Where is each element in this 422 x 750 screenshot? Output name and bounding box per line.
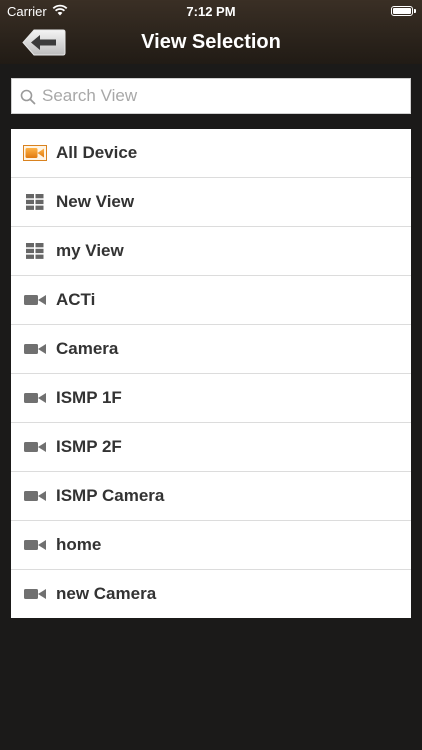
camera-icon	[24, 393, 46, 403]
list-item-label: All Device	[56, 143, 138, 162]
list-item-ismp-2f[interactable]: ISMP 2F	[11, 423, 411, 472]
list-item-ismp-camera[interactable]: ISMP Camera	[11, 472, 411, 521]
header: Carrier 7:12 PM View Selection	[0, 0, 422, 64]
list-item-new-view[interactable]: New View	[11, 178, 411, 227]
list-item-acti[interactable]: ACTi	[11, 276, 411, 325]
grid-icon	[26, 243, 44, 259]
status-time: 7:12 PM	[186, 4, 236, 19]
page-title: View Selection	[141, 31, 281, 53]
camera-icon	[24, 491, 46, 501]
view-list: All Device New View my View ACTi Camera …	[11, 129, 411, 618]
all-device-camera-icon	[23, 145, 47, 161]
screen: Carrier 7:12 PM View Selection Search Vi…	[0, 0, 422, 750]
list-item-camera[interactable]: Camera	[11, 325, 411, 374]
list-item-new-camera[interactable]: new Camera	[11, 570, 411, 618]
status-bar: Carrier 7:12 PM	[0, 0, 422, 22]
list-item-label: new Camera	[56, 584, 157, 603]
list-item-label: ISMP Camera	[56, 486, 165, 505]
list-item-my-view[interactable]: my View	[11, 227, 411, 276]
list-item-label: ISMP 1F	[56, 388, 122, 407]
camera-icon	[24, 295, 46, 305]
list-item-label: ISMP 2F	[56, 437, 122, 456]
list-item-label: New View	[56, 192, 135, 211]
nav-bar: View Selection	[0, 22, 422, 64]
battery-icon	[391, 6, 416, 16]
camera-icon	[24, 540, 46, 550]
camera-icon	[24, 344, 46, 354]
grid-icon	[26, 194, 44, 210]
list-item-label: Camera	[56, 339, 119, 358]
list-item-home[interactable]: home	[11, 521, 411, 570]
list-item-ismp-1f[interactable]: ISMP 1F	[11, 374, 411, 423]
search-bar	[11, 78, 411, 114]
list-item-label: home	[56, 535, 102, 554]
camera-icon	[24, 442, 46, 452]
search-icon	[20, 89, 36, 105]
list-item-all-device[interactable]: All Device	[11, 129, 411, 178]
search-input[interactable]	[42, 79, 402, 113]
list-item-label: my View	[56, 241, 124, 260]
camera-icon	[24, 589, 46, 599]
list-item-label: ACTi	[56, 290, 96, 309]
